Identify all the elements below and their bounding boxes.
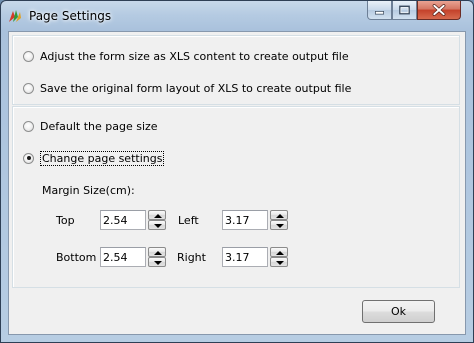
form-size-group: Adjust the form size as XLS content to c… [12,35,460,105]
top-margin-label: Top [56,214,75,227]
title-bar[interactable]: Page Settings [1,1,473,31]
radio-change-page-settings[interactable]: Change page settings [23,150,165,166]
left-margin-increment-button[interactable] [270,210,288,220]
arrow-up-icon [276,251,284,255]
top-margin-input[interactable] [100,210,146,230]
radio-adjust-form-size[interactable]: Adjust the form size as XLS content to c… [23,48,349,64]
window-title: Page Settings [29,9,112,23]
top-margin-spin [148,210,166,230]
page-settings-window: Page Settings Adjust the form size as XL… [0,0,474,343]
right-margin-increment-button[interactable] [270,247,288,257]
bottom-margin-decrement-button[interactable] [148,257,166,267]
arrow-up-icon [276,214,284,218]
close-icon [432,4,446,16]
right-margin-label: Right [177,251,206,264]
radio-label: Adjust the form size as XLS content to c… [40,49,349,63]
app-icon [9,10,21,22]
maximize-icon [399,5,410,15]
arrow-down-icon [154,224,162,228]
arrow-down-icon [154,261,162,265]
left-margin-spin [270,210,288,230]
bottom-margin-input[interactable] [100,247,146,267]
right-margin-input[interactable] [222,247,268,267]
left-margin-label: Left [178,214,199,227]
right-margin-spin [270,247,288,267]
radio-save-original-layout[interactable]: Save the original form layout of XLS to … [23,80,351,96]
right-margin-decrement-button[interactable] [270,257,288,267]
ok-button[interactable]: Ok [362,300,435,323]
radio-default-page-size[interactable]: Default the page size [23,118,158,134]
radio-button-selected[interactable] [23,152,34,164]
dialog-body: Adjust the form size as XLS content to c… [8,31,466,335]
radio-button[interactable] [23,120,34,132]
bottom-margin-spin [148,247,166,267]
arrow-up-icon [154,251,162,255]
radio-button[interactable] [23,50,34,62]
close-button[interactable] [417,1,461,20]
left-margin-decrement-button[interactable] [270,220,288,230]
right-margin-stepper[interactable] [222,247,288,267]
arrow-up-icon [154,214,162,218]
minimize-icon [374,11,385,15]
bottom-margin-stepper[interactable] [100,247,166,267]
top-margin-stepper[interactable] [100,210,166,230]
maximize-button[interactable] [392,1,417,20]
top-margin-increment-button[interactable] [148,210,166,220]
bottom-margin-label: Bottom [56,251,97,264]
radio-button[interactable] [23,82,34,94]
left-margin-stepper[interactable] [222,210,288,230]
bottom-margin-increment-button[interactable] [148,247,166,257]
left-margin-input[interactable] [222,210,268,230]
margin-size-heading: Margin Size(cm): [42,184,135,197]
radio-label: Default the page size [40,119,158,133]
radio-label: Save the original form layout of XLS to … [40,81,352,95]
top-margin-decrement-button[interactable] [148,220,166,230]
arrow-down-icon [276,224,284,228]
radio-label: Change page settings [40,150,165,166]
arrow-down-icon [276,261,284,265]
page-size-group: Default the page size Change page settin… [12,106,460,288]
minimize-button[interactable] [367,1,392,20]
